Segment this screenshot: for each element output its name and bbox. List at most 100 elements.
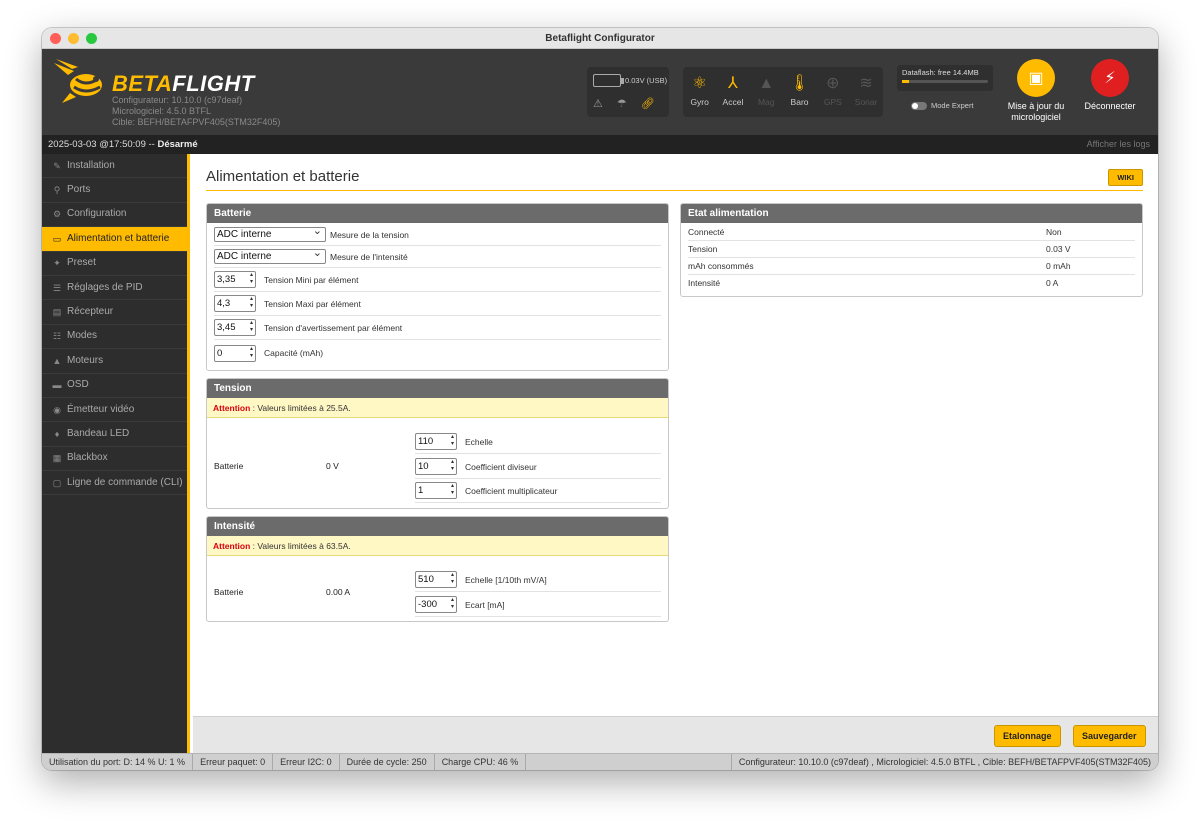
current-scale-row: 510 Echelle [1/10th mV/A] — [415, 568, 661, 592]
wiki-button[interactable]: WIKI — [1108, 169, 1143, 186]
minimize-window-button[interactable] — [68, 33, 79, 44]
sidebar-item-power[interactable]: ▭ Alimentation et batterie — [42, 227, 187, 252]
receiver-icon: ▤ — [52, 307, 62, 318]
motor-icon: ▲ — [52, 355, 62, 366]
sidebar-item-configuration[interactable]: ⚙ Configuration — [42, 203, 187, 228]
sidebar-item-vtx[interactable]: ◉ Émetteur vidéo — [42, 398, 187, 423]
bottom-status-bar: Utilisation du port: D: 14 % U: 1 % Erre… — [42, 753, 1158, 770]
calibration-button[interactable]: Etalonnage — [994, 725, 1061, 747]
close-window-button[interactable] — [50, 33, 61, 44]
capacity-input[interactable]: 0 — [214, 344, 256, 362]
sensor-mag: ▲ Mag — [750, 67, 783, 117]
sidebar-item-modes[interactable]: ☷ Modes — [42, 325, 187, 350]
app-header: BETAFLIGHT Configurateur: 10.10.0 (c97de… — [42, 49, 1158, 135]
current-meter-select[interactable]: ADC interne — [214, 247, 326, 264]
expert-mode-toggle[interactable] — [911, 101, 927, 110]
firmware-update-button[interactable]: ▣ Mise à jour du micrologiciel — [1002, 59, 1070, 123]
save-button[interactable]: Sauvegarder — [1073, 725, 1146, 747]
sidebar-item-blackbox[interactable]: ▦ Blackbox — [42, 447, 187, 472]
sidebar: ✎ Installation ⚲ Ports ⚙ Configuration ▭ Ali… — [42, 154, 190, 753]
battery-panel-title: Batterie — [207, 204, 668, 223]
sidebar-item-pid[interactable]: ☰ Réglages de PID — [42, 276, 187, 301]
power-state-row: Intensité 0 A — [688, 278, 1059, 288]
i2c-error: Erreur I2C: 0 — [273, 754, 340, 770]
current-offset-input[interactable]: -300 — [415, 596, 457, 613]
warning-cell-input[interactable]: 3,45 — [214, 319, 256, 336]
sensor-status: ⚛ Gyro ⅄ Accel ▲ Mag 🌡︎ Baro ⊕ GPS ≋ Sonar — [683, 67, 883, 117]
current-value: 0.00 A — [326, 587, 351, 597]
dataflash-label: Dataflash: free 14.4MB — [902, 68, 979, 77]
failsafe-icon: ☂ — [616, 98, 627, 110]
terminal-icon: ▢ — [52, 477, 62, 488]
window-title: Betaflight Configurator — [545, 33, 655, 44]
link-icon: 🔗︎ — [640, 98, 655, 110]
sidebar-item-ports[interactable]: ⚲ Ports — [42, 178, 187, 203]
capacity-row: 0 Capacité (mAh) — [214, 341, 661, 365]
sliders-icon: ☰ — [52, 282, 62, 293]
voltage-divider-input[interactable]: 10 — [415, 458, 457, 475]
sensor-gyro: ⚛ Gyro — [683, 67, 716, 117]
status-line: 2025-03-03 @17:50:09 -- Désarmé Afficher… — [42, 135, 1158, 154]
modes-icon: ☷ — [52, 331, 62, 342]
version-info: Configurateur: 10.10.0 (c97deaf) Microlo… — [112, 95, 280, 128]
gps-icon: ⊕ — [826, 75, 840, 92]
bee-logo-icon — [54, 59, 102, 103]
battery-panel: Batterie ADC interne Mesure de la tensio… — [206, 203, 669, 371]
show-logs-link[interactable]: Afficher les logs — [1087, 135, 1150, 154]
usb-icon: ⚡︎ — [1091, 59, 1129, 97]
sidebar-item-led[interactable]: ♦ Bandeau LED — [42, 422, 187, 447]
disconnect-button[interactable]: ⚡︎ Déconnecter — [1078, 59, 1142, 112]
sidebar-item-preset[interactable]: ✦ Preset — [42, 252, 187, 276]
sonar-icon: ≋ — [859, 75, 873, 92]
firmware-version: Micrologiciel: 4.5.0 BTFL — [112, 106, 212, 116]
power-state-panel: Etat alimentation Connecté Non Tension 0.0… — [680, 203, 1143, 297]
voltage-multiplier-input[interactable]: 1 — [415, 482, 457, 499]
max-cell-input[interactable]: 4,3 — [214, 295, 256, 312]
app-window: Betaflight Configurator BETAFLIGHT Confi… — [42, 28, 1158, 770]
blackbox-icon: ▦ — [52, 453, 62, 464]
sidebar-item-osd[interactable]: ▬ OSD — [42, 374, 187, 398]
accel-icon: ⅄ — [728, 75, 738, 92]
expert-mode-label: Mode Expert — [931, 101, 974, 110]
voltage-warning: Attention : Valeurs limitées à 25.5A. — [207, 398, 668, 418]
current-panel-title: Intensité — [207, 517, 668, 536]
main-content: Alimentation et batterie WIKI Batterie A… — [193, 154, 1158, 716]
max-cell-row: 4,3 Tension Maxi par élément — [214, 292, 661, 316]
voltage-scale-input[interactable]: 110 — [415, 433, 457, 450]
expert-mode: Mode Expert — [897, 101, 993, 110]
antenna-icon: ◉ — [53, 404, 61, 415]
window-controls — [50, 33, 97, 44]
dataflash-bar — [902, 80, 988, 83]
zoom-window-button[interactable] — [86, 33, 97, 44]
sensor-accel: ⅄ Accel — [716, 67, 749, 117]
current-scale-input[interactable]: 510 — [415, 571, 457, 588]
sidebar-item-motors[interactable]: ▲ Moteurs — [42, 349, 187, 374]
sensor-sonar: ≋ Sonar — [849, 67, 882, 117]
voltage-multiplier-row: 1 Coefficient multiplicateur — [415, 479, 661, 503]
voltage-panel-title: Tension — [207, 379, 668, 398]
cpu-load: Charge CPU: 46 % — [435, 754, 527, 770]
voltage-value: 0 V — [326, 461, 339, 471]
power-state-row: Connecté Non — [688, 224, 1135, 241]
gyro-icon: ⚛ — [692, 75, 707, 92]
sidebar-item-cli[interactable]: ▢ Ligne de commande (CLI) — [42, 471, 187, 496]
led-icon: ♦ — [54, 429, 60, 439]
wrench-icon: ✎ — [53, 160, 61, 171]
target-info: Cible: BEFH/BETAFPVF405(STM32F405) — [112, 117, 281, 127]
current-battery-label: Batterie — [214, 587, 244, 597]
packet-error: Erreur paquet: 0 — [193, 754, 274, 770]
page-title: Alimentation et batterie — [206, 168, 360, 185]
min-cell-input[interactable]: 3,35 — [214, 271, 256, 288]
current-meter-row: ADC interne Mesure de l'intensité — [214, 246, 661, 268]
sidebar-item-receiver[interactable]: ▤ Récepteur — [42, 300, 187, 325]
title-bar: Betaflight Configurator — [42, 28, 1158, 49]
sidebar-item-installation[interactable]: ✎ Installation — [42, 154, 187, 179]
min-cell-row: 3,35 Tension Mini par élément — [214, 268, 661, 292]
power-state-row: Tension 0.03 V — [688, 241, 1135, 258]
voltage-divider-row: 10 Coefficient diviseur — [415, 455, 661, 479]
voltage-meter-select[interactable]: ADC interne — [214, 225, 326, 242]
current-panel: Intensité Attention : Valeurs limitées à… — [206, 516, 669, 622]
plug-icon: ⚲ — [53, 185, 61, 196]
title-divider — [206, 190, 1143, 191]
power-state-row: mAh consommés 0 mAh — [688, 258, 1135, 275]
